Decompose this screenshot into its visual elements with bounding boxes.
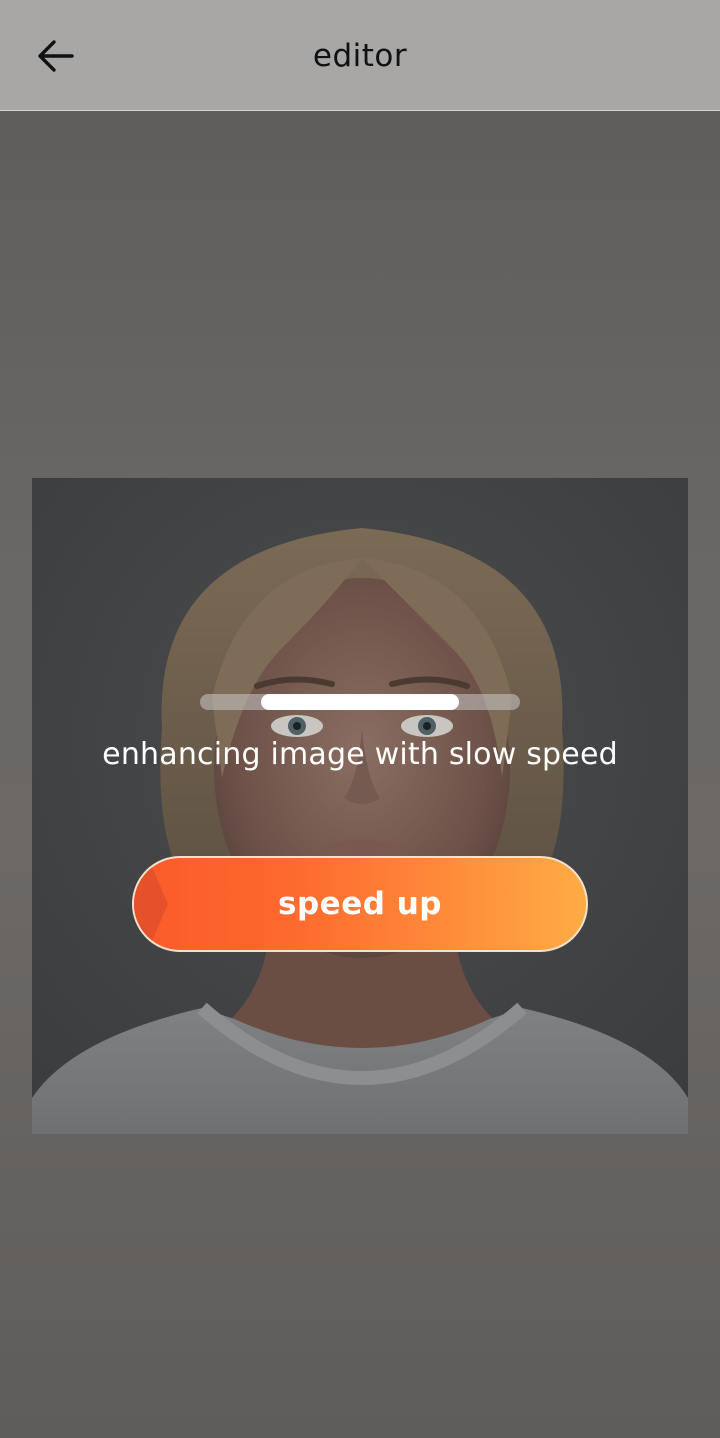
progress-bar [200, 694, 520, 710]
speed-up-label: speed up [278, 886, 442, 922]
app-screen: editor enhancing image with slow speed s… [0, 0, 720, 1438]
status-text: enhancing image with slow speed [102, 737, 618, 772]
progress-fill [261, 694, 459, 710]
preview-image [32, 478, 688, 1134]
top-bar: editor [0, 0, 720, 111]
page-title: editor [312, 38, 408, 74]
speed-up-button[interactable]: speed up [132, 856, 588, 952]
